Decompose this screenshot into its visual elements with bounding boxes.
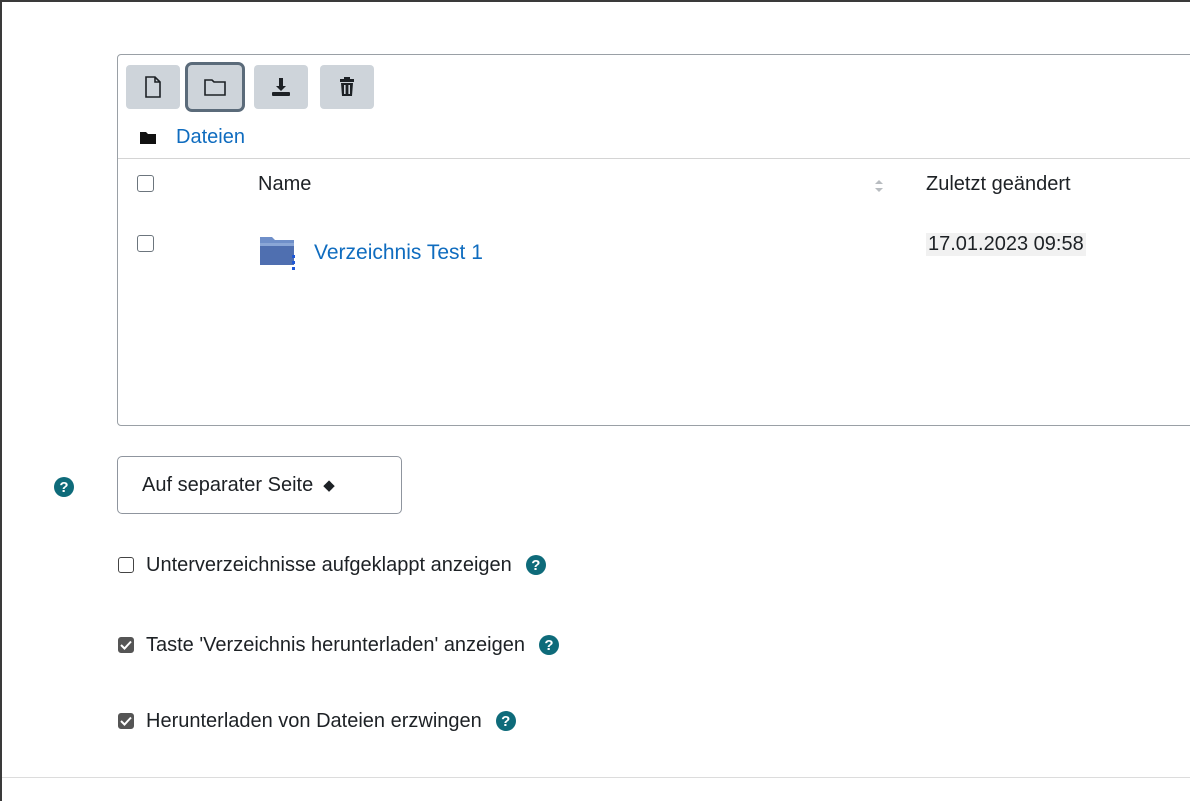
option-label: Taste 'Verzeichnis herunterladen' anzeig… bbox=[146, 633, 525, 656]
folder-icon bbox=[204, 79, 226, 96]
folder-solid-icon bbox=[140, 131, 156, 144]
question-circle-icon[interactable]: ? bbox=[495, 711, 516, 731]
add-file-button[interactable] bbox=[126, 65, 180, 109]
file-icon bbox=[145, 76, 161, 98]
sort-caret-icon: ◆ bbox=[323, 477, 335, 494]
option-show-download-button[interactable]: Taste 'Verzeichnis herunterladen' anzeig… bbox=[118, 632, 559, 658]
select-all-checkbox[interactable] bbox=[137, 175, 154, 192]
option-show-subfolders-expanded[interactable]: Unterverzeichnisse aufgeklappt anzeigen … bbox=[118, 552, 546, 578]
file-manager: Dateien Name Zuletzt geändert Verzeichni… bbox=[117, 54, 1190, 426]
folder-icon[interactable] bbox=[258, 233, 300, 271]
check-icon bbox=[120, 716, 132, 726]
delete-button[interactable] bbox=[320, 65, 374, 109]
option-checkbox[interactable] bbox=[118, 637, 134, 653]
check-icon bbox=[120, 640, 132, 650]
option-checkbox[interactable] bbox=[118, 713, 134, 729]
option-force-download[interactable]: Herunterladen von Dateien erzwingen ? bbox=[118, 708, 516, 734]
download-icon bbox=[272, 78, 290, 96]
row-checkbox[interactable] bbox=[137, 235, 154, 252]
create-folder-button[interactable] bbox=[188, 65, 242, 109]
trash-icon bbox=[340, 77, 354, 96]
option-label: Herunterladen von Dateien erzwingen bbox=[146, 709, 482, 732]
display-select-value: Auf separater Seite bbox=[142, 473, 314, 496]
option-label: Unterverzeichnisse aufgeklappt anzeigen bbox=[146, 553, 512, 576]
question-circle-icon[interactable]: ? bbox=[54, 477, 74, 497]
column-header-modified[interactable]: Zuletzt geändert bbox=[926, 173, 1071, 196]
sort-icon[interactable] bbox=[874, 179, 884, 193]
column-header-name[interactable]: Name bbox=[258, 173, 311, 196]
question-circle-icon[interactable]: ? bbox=[525, 555, 546, 575]
divider bbox=[2, 777, 1190, 778]
breadcrumb: Dateien bbox=[140, 125, 245, 149]
file-modified-date: 17.01.2023 09:58 bbox=[926, 233, 1086, 256]
option-checkbox[interactable] bbox=[118, 557, 134, 573]
download-button[interactable] bbox=[254, 65, 308, 109]
file-link[interactable]: Verzeichnis Test 1 bbox=[314, 241, 483, 265]
question-circle-icon[interactable]: ? bbox=[539, 635, 559, 655]
breadcrumb-item-dateien[interactable]: Dateien bbox=[176, 126, 245, 149]
header-divider bbox=[118, 158, 1190, 159]
display-select[interactable]: Auf separater Seite ◆ bbox=[117, 456, 402, 514]
